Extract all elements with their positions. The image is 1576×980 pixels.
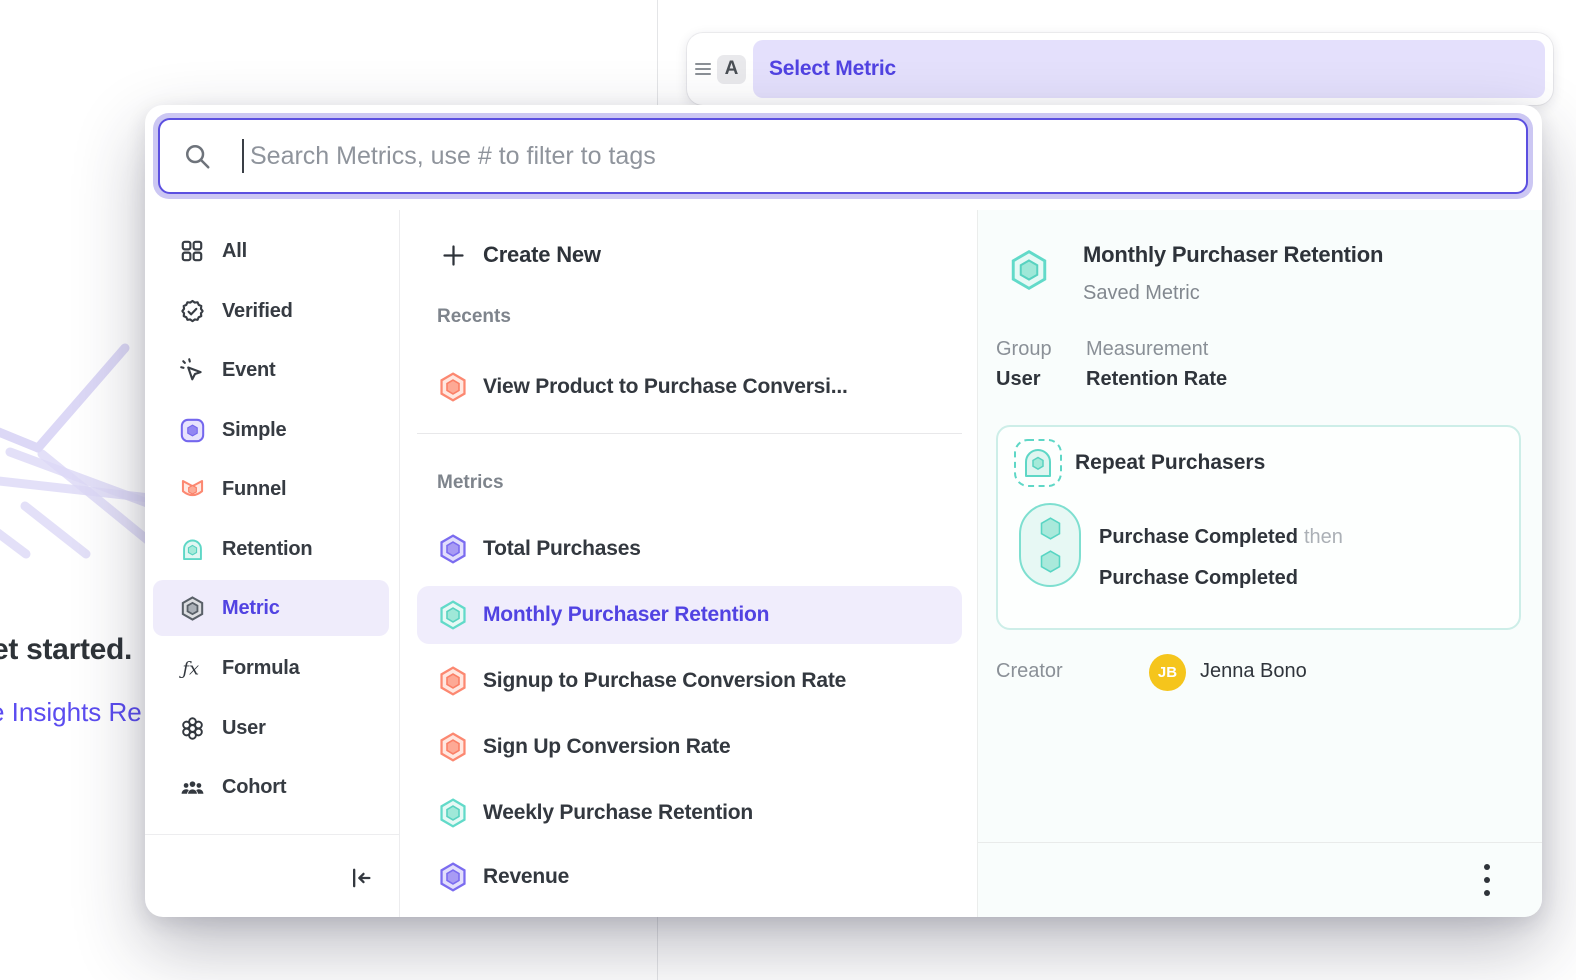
metric-list-item-selected[interactable]: Monthly Purchaser Retention	[417, 586, 962, 644]
metric-list-column: Create New Recents View Product to Purch…	[400, 210, 977, 917]
metric-item-label: Sign Up Conversion Rate	[483, 735, 730, 759]
metric-picker-modal: All Verified	[145, 105, 1542, 917]
select-metric-label: Select Metric	[769, 57, 896, 81]
metric-item-label: Weekly Purchase Retention	[483, 801, 753, 825]
metric-item-label: Monthly Purchaser Retention	[483, 603, 769, 627]
retention-metric-icon	[178, 535, 206, 563]
sidebar-footer	[145, 834, 399, 917]
metric-detail-panel: Monthly Purchaser Retention Saved Metric…	[977, 210, 1542, 917]
screen: et started. e Insights Re A Select Metri…	[0, 0, 1576, 980]
cursor-click-icon	[178, 356, 206, 384]
user-cluster-icon	[178, 714, 206, 742]
sidebar-item-formula[interactable]: ƒx Formula	[153, 640, 389, 696]
creator-avatar: JB	[1149, 654, 1186, 691]
retention-hexagon-icon	[437, 797, 469, 829]
sidebar-item-label: Retention	[222, 538, 312, 561]
metrics-section-label: Metrics	[437, 472, 504, 494]
metric-list-item[interactable]: Sign Up Conversion Rate	[417, 718, 962, 776]
funnel-hexagon-icon	[437, 731, 469, 763]
sidebar-item-label: Event	[222, 359, 275, 382]
metric-list-item[interactable]: Weekly Purchase Retention	[417, 784, 962, 842]
sidebar-item-metric[interactable]: Metric	[153, 580, 389, 636]
measurement-value: Retention Rate	[1086, 368, 1227, 391]
retention-steps-capsule	[1019, 503, 1081, 587]
step-hexagon-icon	[1037, 515, 1064, 542]
query-row-card: A Select Metric	[687, 33, 1553, 105]
metric-item-label: Total Purchases	[483, 537, 641, 561]
drag-handle-icon[interactable]	[695, 63, 711, 75]
search-icon	[182, 141, 212, 171]
sidebar-item-simple[interactable]: Simple	[153, 402, 389, 458]
creator-label: Creator	[996, 660, 1063, 683]
sidebar-item-label: User	[222, 717, 266, 740]
formula-fx-icon: ƒx	[178, 654, 206, 682]
sidebar-item-label: Funnel	[222, 478, 286, 501]
funnel-hexagon-icon	[437, 371, 469, 403]
filter-sidebar: All Verified	[145, 210, 400, 917]
search-input[interactable]	[248, 141, 1526, 172]
detail-title: Monthly Purchaser Retention	[1083, 242, 1383, 268]
select-metric-pill[interactable]: Select Metric	[753, 40, 1545, 98]
definition-step-1: Purchase Completedthen	[1099, 526, 1343, 549]
sidebar-item-label: Metric	[222, 597, 280, 620]
sidebar-item-label: Verified	[222, 300, 293, 323]
background-heading-partial: et started.	[0, 633, 132, 667]
sidebar-item-all[interactable]: All	[153, 223, 389, 279]
metric-list-item[interactable]: Total Purchases	[417, 520, 962, 578]
retention-hexagon-icon	[437, 599, 469, 631]
retention-definition-icon	[1013, 438, 1063, 493]
collapse-sidebar-icon[interactable]	[343, 861, 377, 895]
svg-text:ƒx: ƒx	[179, 658, 199, 679]
background-link-partial[interactable]: e Insights Re	[0, 697, 142, 728]
group-label: Group	[996, 338, 1052, 361]
plus-icon	[437, 239, 469, 271]
metric-list-item[interactable]: Revenue	[417, 848, 962, 906]
saved-metric-icon	[178, 594, 206, 622]
sidebar-item-label: Simple	[222, 419, 286, 442]
measurement-label: Measurement	[1086, 338, 1208, 361]
sidebar-item-label: All	[222, 240, 247, 263]
recent-metric-item[interactable]: View Product to Purchase Conversi...	[417, 358, 962, 416]
search-box[interactable]	[158, 118, 1528, 194]
funnel-hexagon-icon	[437, 665, 469, 697]
verified-badge-icon	[178, 297, 206, 325]
metric-definition-card: Repeat Purchasers Purchase Completedthen…	[996, 425, 1521, 630]
definition-step-2: Purchase Completed	[1099, 567, 1304, 590]
detail-footer	[978, 842, 1542, 917]
kebab-menu-icon[interactable]	[1476, 860, 1498, 905]
metric-item-label: Signup to Purchase Conversion Rate	[483, 669, 846, 693]
sidebar-item-event[interactable]: Event	[153, 342, 389, 398]
grid-icon	[178, 237, 206, 265]
sidebar-item-funnel[interactable]: Funnel	[153, 461, 389, 517]
background-chart-illustration	[0, 340, 150, 620]
metric-list-item[interactable]: Signup to Purchase Conversion Rate	[417, 652, 962, 710]
simple-hexagon-icon	[437, 861, 469, 893]
creator-name: Jenna Bono	[1200, 660, 1307, 683]
metric-item-label: View Product to Purchase Conversi...	[483, 375, 848, 399]
query-letter-badge[interactable]: A	[717, 55, 746, 84]
simple-hexagon-icon	[437, 533, 469, 565]
group-value: User	[996, 368, 1040, 391]
modal-body: All Verified	[145, 210, 1542, 917]
sidebar-item-user[interactable]: User	[153, 700, 389, 756]
sidebar-item-cohort[interactable]: Cohort	[153, 759, 389, 815]
sidebar-item-label: Cohort	[222, 776, 286, 799]
search-focus-ring	[153, 113, 1533, 199]
metric-item-label: Revenue	[483, 865, 569, 889]
metric-hexagon-icon-large	[1007, 248, 1051, 297]
sidebar-item-label: Formula	[222, 657, 300, 680]
cohort-people-icon	[178, 773, 206, 801]
definition-title: Repeat Purchasers	[1075, 451, 1265, 475]
recents-section-label: Recents	[437, 306, 511, 328]
create-new-label: Create New	[483, 242, 601, 268]
simple-metric-icon	[178, 416, 206, 444]
funnel-metric-icon	[178, 475, 206, 503]
section-divider	[417, 433, 962, 434]
sidebar-item-retention[interactable]: Retention	[153, 521, 389, 577]
text-cursor	[242, 139, 244, 173]
detail-subtitle: Saved Metric	[1083, 282, 1200, 305]
create-new-button[interactable]: Create New	[417, 226, 962, 284]
step-hexagon-icon	[1037, 548, 1064, 575]
sidebar-item-verified[interactable]: Verified	[153, 283, 389, 339]
